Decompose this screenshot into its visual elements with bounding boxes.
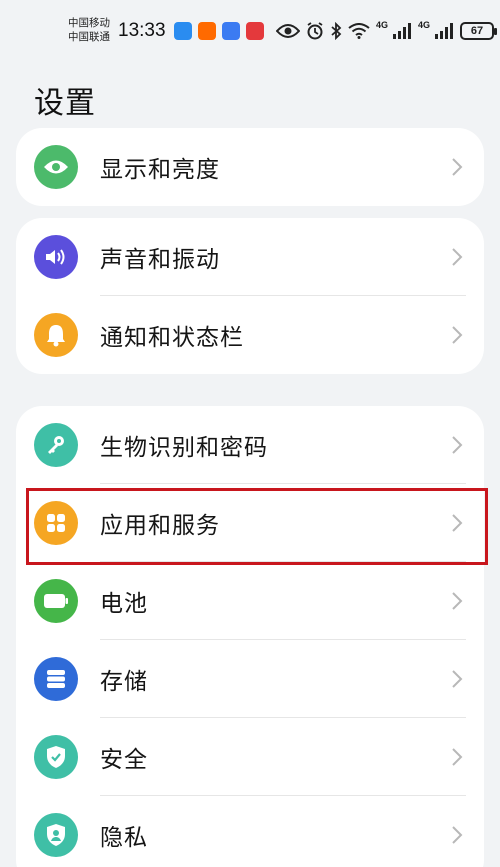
eye-comfort-icon xyxy=(276,20,300,42)
chevron-right-icon xyxy=(452,514,463,532)
settings-item-label: 隐私 xyxy=(100,825,148,851)
carrier-info: 中国移动 中国联通 xyxy=(68,16,110,44)
chevron-right-icon xyxy=(452,436,463,454)
chevron-right-icon xyxy=(452,592,463,610)
chevron-right-icon xyxy=(452,826,463,844)
carrier-2: 中国联通 xyxy=(68,31,110,43)
settings-item-label: 存储 xyxy=(100,669,148,695)
settings-item-label: 显示和亮度 xyxy=(100,157,220,183)
signal-icon-2 xyxy=(434,20,454,42)
chevron-right-icon xyxy=(452,248,463,266)
settings-item-sound[interactable]: 声音和振动 xyxy=(16,218,484,296)
settings-item-privacy[interactable]: 隐私 xyxy=(16,796,484,867)
settings-item-label: 声音和振动 xyxy=(100,247,220,273)
signal-icon xyxy=(392,20,412,42)
shopping-app-icon xyxy=(198,22,216,40)
settings-group-main: 生物识别和密码 应用和服务 电池 存储 安全 隐私 xyxy=(16,406,484,867)
apps-grid-icon xyxy=(34,501,78,545)
status-bar: 中国移动 中国联通 13:33 4G 4G 67 xyxy=(0,0,500,62)
bell-icon xyxy=(34,313,78,357)
eye-icon xyxy=(34,145,78,189)
settings-item-label: 应用和服务 xyxy=(100,513,220,539)
settings-item-label: 安全 xyxy=(100,747,148,773)
settings-item-label: 生物识别和密码 xyxy=(100,435,268,461)
settings-item-battery[interactable]: 电池 xyxy=(16,562,484,640)
settings-item-security[interactable]: 安全 xyxy=(16,718,484,796)
network-type-2: 4G xyxy=(418,20,431,30)
settings-item-biometrics[interactable]: 生物识别和密码 xyxy=(16,406,484,484)
speaker-icon xyxy=(34,235,78,279)
privacy-icon xyxy=(34,813,78,857)
settings-item-label: 通知和状态栏 xyxy=(100,325,244,351)
storage-icon xyxy=(34,657,78,701)
key-icon xyxy=(34,423,78,467)
settings-item-notifications[interactable]: 通知和状态栏 xyxy=(16,296,484,374)
message-app-icon xyxy=(174,22,192,40)
chevron-right-icon xyxy=(452,158,463,176)
page-title: 设置 xyxy=(34,86,96,121)
alarm-icon xyxy=(306,20,324,42)
battery-indicator: 67 xyxy=(460,22,498,40)
bluetooth-icon xyxy=(330,20,342,42)
network-type-1: 4G xyxy=(376,20,389,30)
shield-icon xyxy=(34,735,78,779)
clock: 13:33 xyxy=(118,20,166,41)
notification-icons xyxy=(174,22,264,40)
settings-group-display: 显示和亮度 xyxy=(16,128,484,206)
carrier-1: 中国移动 xyxy=(68,17,110,29)
settings-group-sound-notify: 声音和振动 通知和状态栏 xyxy=(16,218,484,374)
wifi-icon xyxy=(348,20,370,42)
chevron-right-icon xyxy=(452,670,463,688)
jd-app-icon xyxy=(246,22,264,40)
chevron-right-icon xyxy=(452,748,463,766)
battery-icon xyxy=(34,579,78,623)
system-icons: 4G 4G 67 xyxy=(276,20,498,42)
settings-item-apps[interactable]: 应用和服务 xyxy=(16,484,484,562)
settings-item-storage[interactable]: 存储 xyxy=(16,640,484,718)
taobao-app-icon xyxy=(222,22,240,40)
chevron-right-icon xyxy=(452,326,463,344)
settings-item-label: 电池 xyxy=(100,591,148,617)
settings-item-display[interactable]: 显示和亮度 xyxy=(16,128,484,206)
